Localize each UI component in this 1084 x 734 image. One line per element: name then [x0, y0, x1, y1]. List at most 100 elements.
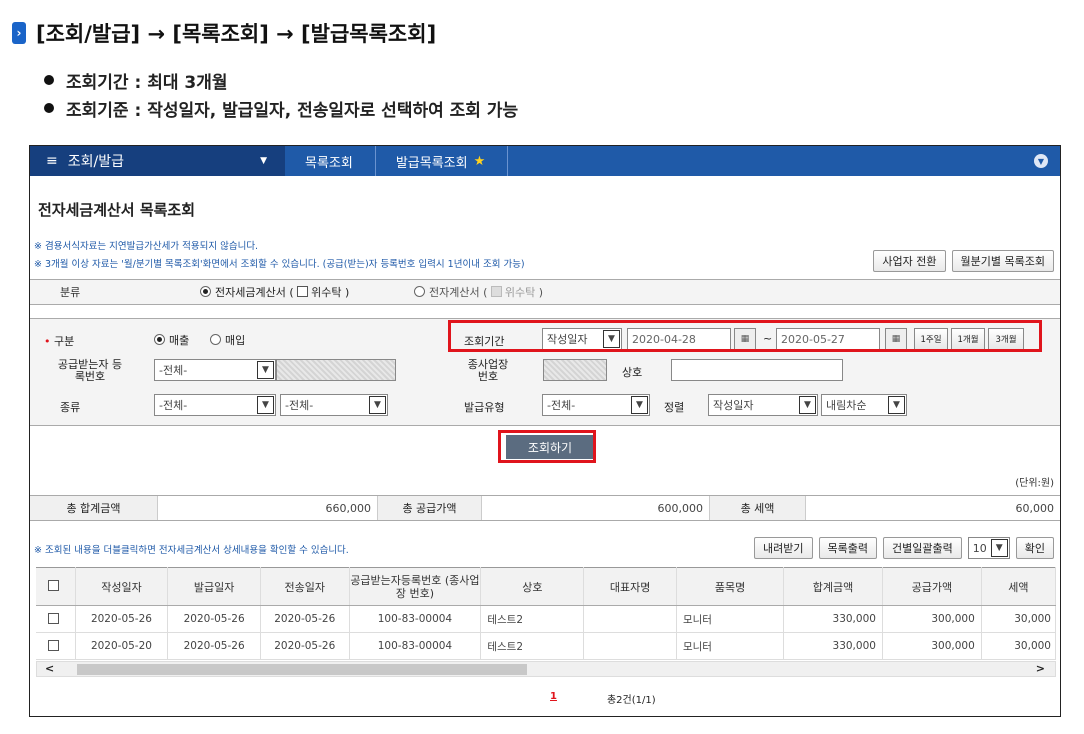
radio-sales[interactable]: 매출	[154, 332, 189, 348]
table-cell: 100-83-00004	[349, 605, 482, 633]
checkbox-icon[interactable]	[48, 580, 60, 591]
col-header[interactable]: 작성일자	[75, 567, 169, 606]
breadcrumb-current[interactable]: 발급목록조회 ★	[376, 146, 509, 176]
kind-label: 종류	[60, 401, 81, 414]
table-cell: 모니터	[676, 605, 785, 633]
col-header[interactable]: 품목명	[676, 567, 785, 606]
radio-icon[interactable]	[200, 286, 211, 297]
breadcrumb-list[interactable]: 목록조회	[285, 146, 376, 176]
page-title: 전자세금계산서 목록조회	[38, 201, 196, 219]
table-cell: 2020-05-26	[260, 605, 350, 633]
table-cell: 2020-05-26	[75, 605, 169, 633]
col-header[interactable]: 공급받는자등록번호 (종사업장 번호)	[349, 567, 482, 606]
totals-bar: 총 합계금액 660,000 총 공급가액 600,000 총 세액 60,00…	[30, 495, 1060, 521]
sort-order-select[interactable]: 내림차순 ▼	[821, 394, 907, 416]
sort-field-select[interactable]: 작성일자 ▼	[708, 394, 818, 416]
chevron-down-icon: ▼	[799, 396, 816, 414]
menu-dropdown[interactable]: ≡ 조회/발급 ▼	[30, 146, 285, 176]
list-buttons: 내려받기 목록출력 건별일괄출력 10 ▼ 확인	[754, 537, 1054, 559]
table-header-row: 작성일자 발급일자 전송일자 공급받는자등록번호 (종사업장 번호) 상호 대표…	[36, 567, 1057, 606]
bullet-icon	[44, 75, 54, 85]
pagination: 1 총2건(1/1)	[550, 691, 656, 706]
radio-icon[interactable]	[414, 286, 425, 297]
menu-label: 조회/발급	[67, 154, 124, 170]
monthly-list-button[interactable]: 월분기별 목록조회	[951, 250, 1054, 272]
heading-path: [조회/발급] → [목록조회] → [발급목록조회]	[36, 22, 437, 46]
info-text: ※ 조회된 내용을 더블클릭하면 전자세금계산서 상세내용을 확인할 수 있습니…	[34, 545, 349, 556]
radio-etax[interactable]: 전자세금계산서 ( 위수탁 )	[200, 284, 349, 300]
table-cell: 2020-05-26	[167, 632, 261, 660]
unit-label: (단위:원)	[1015, 478, 1054, 489]
classification-row: 분류 전자세금계산서 ( 위수탁 ) 전자계산서 ( 위수탁 )	[30, 279, 1060, 305]
table-cell: 모니터	[676, 632, 785, 660]
batch-print-button[interactable]: 건별일괄출력	[883, 537, 962, 559]
select-all-cell[interactable]	[36, 567, 76, 606]
company-label: 상호	[622, 366, 643, 379]
col-header[interactable]: 전송일자	[260, 567, 350, 606]
checkbox-icon[interactable]	[48, 639, 60, 651]
total-supply-value: 600,000	[482, 496, 710, 520]
table-cell: 테스트2	[480, 632, 585, 660]
chevron-down-icon: ▼	[990, 539, 1008, 557]
download-button[interactable]: 내려받기	[754, 537, 813, 559]
page-heading: › [조회/발급] → [목록조회] → [발급목록조회]	[12, 18, 436, 48]
chevron-down-icon: ▼	[369, 396, 386, 414]
table-row[interactable]: 2020-05-20 2020-05-26 2020-05-26 100-83-…	[36, 632, 1057, 660]
table-cell: 2020-05-26	[260, 632, 350, 660]
col-header[interactable]: 상호	[480, 567, 585, 606]
chevron-down-icon[interactable]: ▼	[1034, 154, 1048, 168]
table-cell: 30,000	[981, 605, 1057, 633]
table-cell: 100-83-00004	[349, 632, 482, 660]
col-header[interactable]: 세액	[981, 567, 1057, 606]
caret-down-icon: ▼	[260, 156, 267, 166]
table-cell: 2020-05-26	[167, 605, 261, 633]
col-header[interactable]: 합계금액	[783, 567, 883, 606]
table-cell: 330,000	[783, 632, 883, 660]
checkbox-icon[interactable]	[48, 612, 60, 624]
star-icon[interactable]: ★	[474, 154, 486, 169]
branch-number-input	[543, 359, 607, 381]
table-cell: 300,000	[882, 632, 982, 660]
chevron-left-icon[interactable]: <	[45, 662, 54, 675]
company-input[interactable]	[671, 359, 843, 381]
radio-icon[interactable]	[210, 334, 221, 345]
switch-business-button[interactable]: 사업자 전환	[873, 250, 946, 272]
bullet-list: 조회기간 : 최대 3개월 조회기준 : 작성일자, 발급일자, 전송일자로 선…	[44, 66, 518, 122]
chevron-right-icon[interactable]: >	[1036, 662, 1045, 675]
scrollbar-thumb[interactable]	[77, 664, 527, 675]
row-select-cell[interactable]	[36, 605, 76, 633]
issue-type-select[interactable]: -전체- ▼	[542, 394, 650, 416]
kind-select-2[interactable]: -전체- ▼	[280, 394, 388, 416]
print-list-button[interactable]: 목록출력	[818, 537, 878, 559]
col-header[interactable]: 발급일자	[167, 567, 261, 606]
radio-icon[interactable]	[154, 334, 165, 345]
recipient-label: 공급받는자 등록번호	[57, 358, 123, 383]
chevron-down-icon: ▼	[888, 396, 905, 414]
issue-type-label: 발급유형	[464, 401, 505, 414]
page-size-select[interactable]: 10 ▼	[967, 537, 1010, 559]
col-header[interactable]: 대표자명	[583, 567, 677, 606]
bullet-icon	[44, 103, 54, 113]
invoice-table: 작성일자 발급일자 전송일자 공급받는자등록번호 (종사업장 번호) 상호 대표…	[36, 567, 1057, 660]
highlight-box	[448, 320, 1042, 352]
table-cell: 테스트2	[480, 605, 585, 633]
radio-purchase[interactable]: 매입	[210, 332, 245, 348]
confirm-button[interactable]: 확인	[1015, 537, 1054, 559]
page-link-current[interactable]: 1	[550, 691, 557, 706]
top-nav: ≡ 조회/발급 ▼ 목록조회 발급목록조회 ★ ▼	[30, 146, 1060, 176]
row-select-cell[interactable]	[36, 632, 76, 660]
recipient-select[interactable]: -전체- ▼	[154, 359, 276, 381]
total-tax-value: 60,000	[1015, 501, 1055, 515]
radio-einvoice[interactable]: 전자계산서 ( 위수탁 )	[414, 284, 543, 300]
horizontal-scrollbar[interactable]: < >	[36, 661, 1056, 677]
checkbox-icon[interactable]	[297, 286, 309, 297]
total-supply-label: 총 공급가액	[378, 496, 482, 520]
table-cell: 2020-05-20	[75, 632, 169, 660]
classification-label: 분류	[60, 286, 81, 299]
checkbox-icon	[490, 286, 502, 297]
kind-select-1[interactable]: -전체- ▼	[154, 394, 276, 416]
top-buttons: 사업자 전환 월분기별 목록조회	[873, 250, 1054, 272]
col-header[interactable]: 공급가액	[882, 567, 982, 606]
table-row[interactable]: 2020-05-26 2020-05-26 2020-05-26 100-83-…	[36, 605, 1057, 633]
page-summary: 총2건(1/1)	[606, 695, 656, 706]
